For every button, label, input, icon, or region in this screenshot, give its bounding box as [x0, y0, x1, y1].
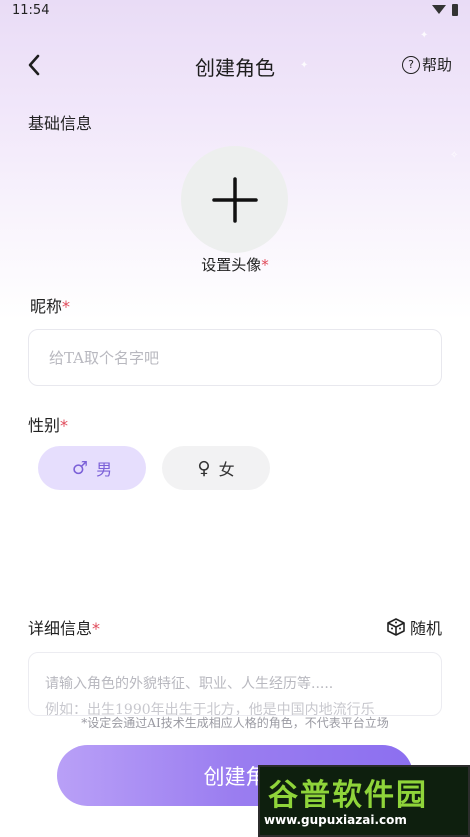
site-watermark: 谷普软件园 www.gupuxiazai.com: [258, 765, 470, 837]
avatar-label-text: 设置头像: [201, 256, 262, 274]
required-mark: *: [60, 416, 69, 435]
avatar-label: 设置头像*: [0, 254, 470, 275]
gender-label-text: 性别: [28, 416, 61, 435]
gender-female-option[interactable]: ♀ 女: [162, 446, 270, 490]
sparkle-decoration: ✧: [450, 150, 459, 161]
basic-info-heading: 基础信息: [28, 114, 93, 133]
female-symbol-icon: ♀: [197, 457, 211, 479]
page-title: 创建角色: [195, 56, 275, 80]
detail-info-placeholder: 请输入角色的外貌特征、职业、人生经历等.....: [45, 676, 334, 692]
plus-icon: [211, 176, 258, 223]
wifi-icon: [432, 5, 446, 14]
random-button[interactable]: 随机: [386, 615, 442, 639]
status-bar: 11:54: [0, 0, 470, 22]
watermark-url: www.gupuxiazai.com: [264, 813, 407, 827]
nickname-label-text: 昵称: [30, 297, 63, 316]
gender-label: 性别*: [28, 412, 68, 436]
male-symbol-icon: ♂: [71, 457, 89, 479]
required-mark: *: [92, 619, 101, 638]
set-avatar-button[interactable]: [181, 146, 288, 253]
status-icons: [432, 4, 458, 16]
detail-info-textarea[interactable]: 请输入角色的外貌特征、职业、人生经历等..... 例如：出生1990年出生于北方…: [28, 652, 442, 716]
nickname-field-container: [28, 329, 442, 386]
help-label: 帮助: [421, 56, 452, 74]
status-time: 11:54: [12, 3, 50, 18]
detail-info-label-text: 详细信息: [28, 619, 93, 638]
required-mark: *: [62, 297, 71, 316]
detail-info-label: 详细信息*: [28, 615, 100, 639]
nickname-label: 昵称*: [30, 293, 70, 317]
gender-female-label: 女: [218, 460, 235, 479]
battery-icon: [452, 4, 458, 16]
help-button[interactable]: ? 帮助: [401, 54, 452, 75]
top-navigation-bar: 创建角色 ? 帮助: [0, 40, 470, 90]
dice-icon: [387, 618, 405, 636]
gender-male-label: 男: [96, 460, 113, 479]
gender-male-option[interactable]: ♂ 男: [38, 446, 146, 490]
watermark-logo-text: 谷普软件园: [268, 778, 428, 813]
required-mark: *: [261, 256, 269, 274]
disclaimer-text: *设定会通过AI技术生成相应人格的角色，不代表平台立场: [81, 716, 389, 730]
question-circle-icon: ?: [401, 55, 420, 74]
random-label: 随机: [409, 619, 442, 638]
nickname-input[interactable]: [47, 330, 431, 385]
